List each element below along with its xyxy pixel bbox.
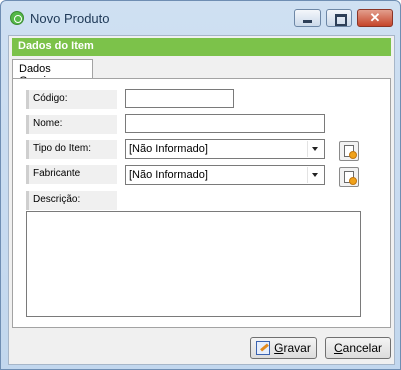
main-window: Novo Produto ✕ Dados do Item Dados Gerai… [0, 0, 401, 370]
codigo-label: Código: [26, 90, 117, 109]
tab-dados-gerais[interactable]: Dados Gerais [12, 59, 93, 87]
app-refresh-icon [10, 11, 24, 25]
fabricante-label: Fabricante [26, 165, 117, 184]
codigo-input[interactable] [125, 89, 234, 108]
descricao-textarea[interactable] [26, 211, 361, 317]
window-title: Novo Produto [30, 11, 110, 26]
nome-label: Nome: [26, 115, 117, 134]
tipo-item-select[interactable]: [Não Informado] [125, 139, 325, 159]
add-fabricante-button[interactable] [339, 167, 359, 187]
title-bar[interactable]: Novo Produto ✕ [1, 1, 400, 31]
cancel-button[interactable]: Cancelar [325, 337, 391, 359]
tipo-item-value: [Não Informado] [129, 143, 208, 155]
minimize-button[interactable] [294, 9, 321, 27]
fabricante-value: [Não Informado] [129, 169, 208, 181]
descricao-label: Descrição: [26, 191, 117, 210]
tipo-item-label: Tipo do Item: [26, 140, 117, 159]
chevron-down-icon[interactable] [307, 141, 323, 157]
fabricante-select[interactable]: [Não Informado] [125, 165, 325, 185]
save-button[interactable]: Gravar [250, 337, 317, 359]
nome-input[interactable] [125, 114, 325, 133]
save-icon [256, 341, 271, 355]
section-header: Dados do Item [12, 38, 391, 56]
close-button[interactable]: ✕ [357, 9, 393, 27]
maximize-button[interactable] [326, 9, 352, 27]
chevron-down-icon[interactable] [307, 167, 323, 183]
form-client-area: Dados do Item Dados Gerais Código: Nome:… [8, 35, 395, 365]
close-icon: ✕ [369, 10, 381, 25]
tab-panel: Código: Nome: Tipo do Item: [Não Informa… [12, 78, 391, 328]
add-tipo-item-button[interactable] [339, 141, 359, 161]
